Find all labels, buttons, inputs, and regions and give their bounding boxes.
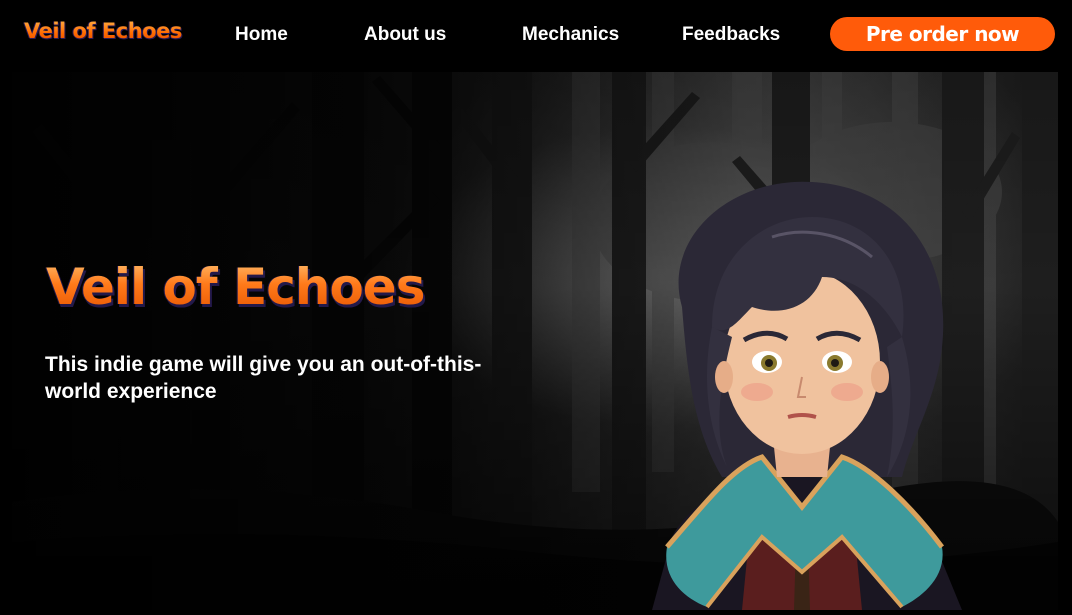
landing-page: Veil of Echoes Home About us Mechanics F… (0, 0, 1072, 615)
hero-banner: Veil of Echoes This indie game will give… (12, 72, 1058, 610)
hero-subtitle: This indie game will give you an out-of-… (45, 353, 482, 403)
nav-link-about-us[interactable]: About us (364, 24, 446, 46)
pre-order-button[interactable]: Pre order now (830, 17, 1055, 51)
top-navigation: Veil of Echoes Home About us Mechanics F… (0, 0, 1072, 70)
site-logo[interactable]: Veil of Echoes (24, 19, 182, 43)
hero-title: Veil of Echoes (46, 258, 425, 316)
nav-link-home[interactable]: Home (235, 24, 288, 46)
nav-link-feedbacks[interactable]: Feedbacks (682, 24, 780, 46)
hero-character-illustration (652, 181, 962, 610)
nav-link-mechanics[interactable]: Mechanics (522, 24, 619, 46)
